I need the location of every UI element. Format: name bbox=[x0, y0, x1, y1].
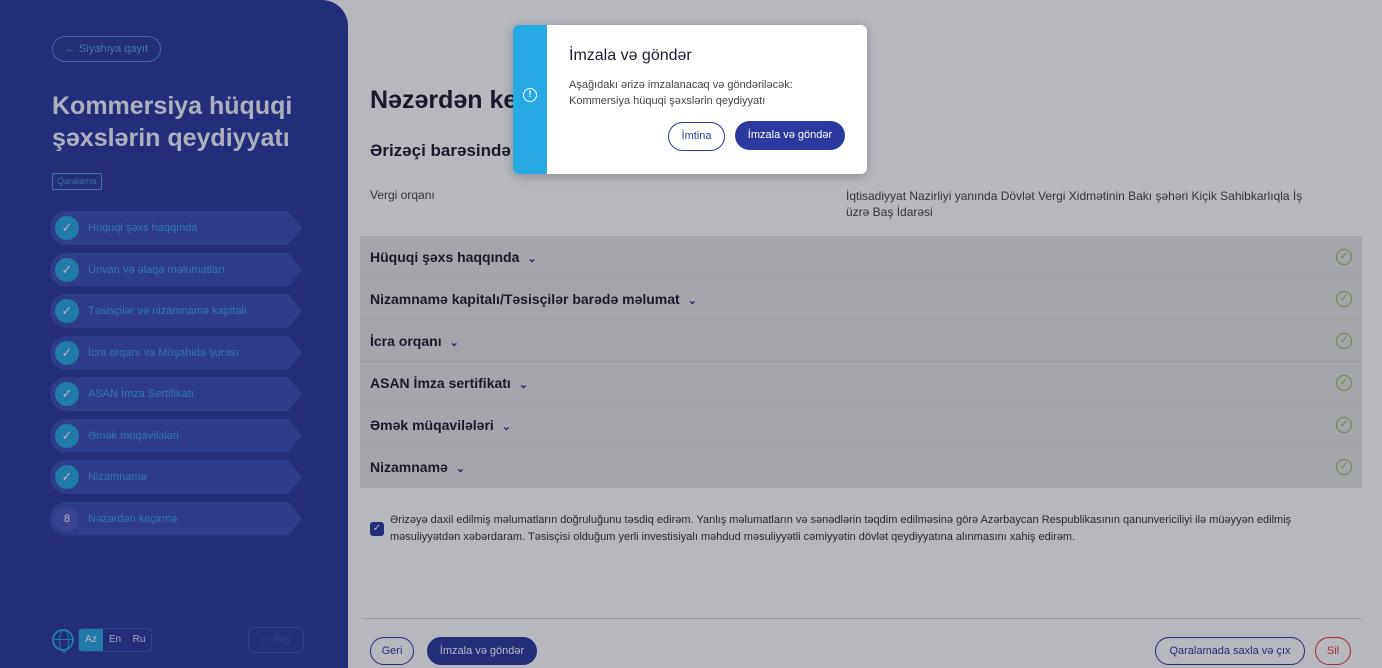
dialog-accent-stripe: ! bbox=[513, 25, 547, 174]
dialog-message-line: Kommersiya hüquqi şəxslərin qeydiyyatı bbox=[569, 95, 766, 107]
dialog-message-line: Aşağıdakı ərizə imzalanacaq və göndərilə… bbox=[569, 79, 793, 91]
sign-confirmation-dialog: ! İmzala və göndər Aşağıdakı ərizə imzal… bbox=[513, 25, 867, 174]
dialog-cancel-button[interactable]: İmtina bbox=[668, 122, 725, 151]
info-icon: ! bbox=[523, 88, 537, 102]
dialog-title: İmzala və göndər bbox=[569, 47, 692, 64]
dialog-message: Aşağıdakı ərizə imzalanacaq və göndərilə… bbox=[569, 77, 793, 109]
dialog-confirm-button[interactable]: İmzala və göndər bbox=[735, 121, 845, 150]
